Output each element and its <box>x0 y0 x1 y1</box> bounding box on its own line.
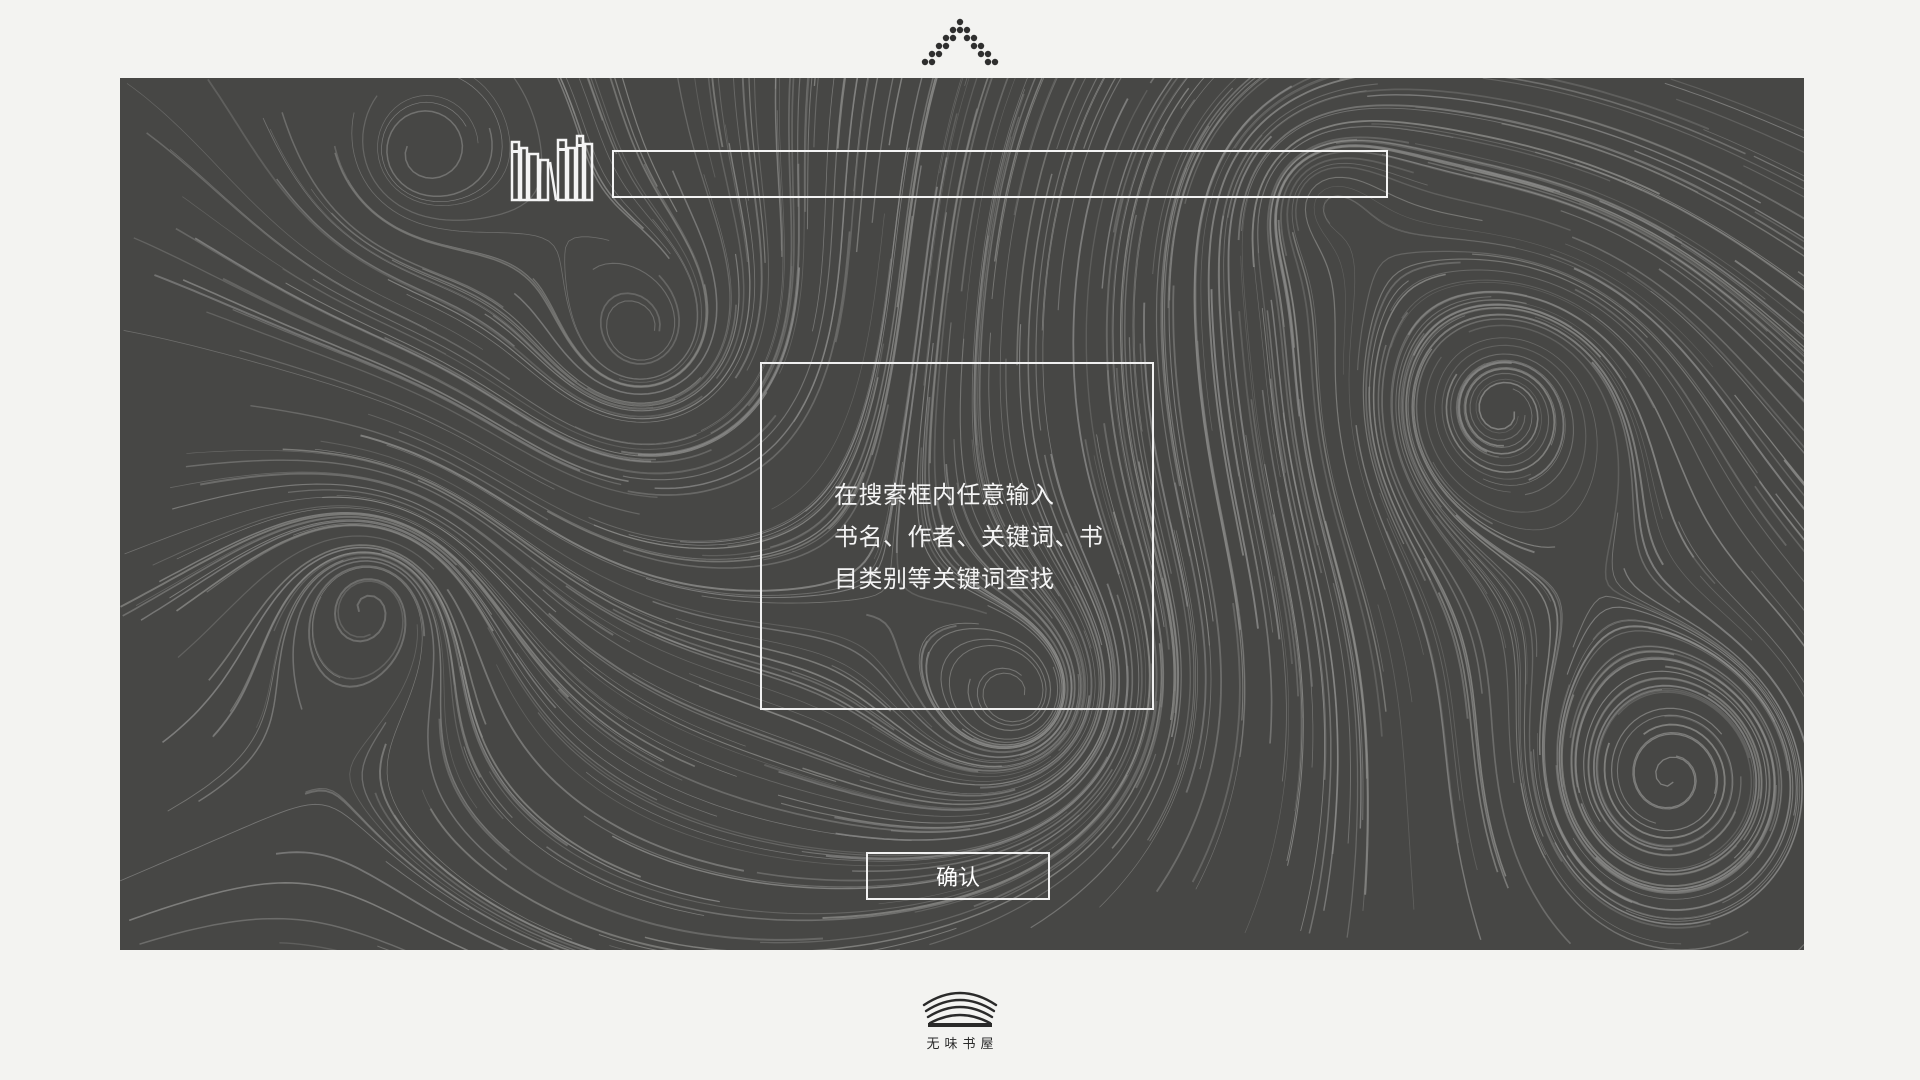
swirl-line <box>152 505 629 720</box>
swirl-line <box>1427 161 1804 358</box>
hint-line: 书名、作者、关键词、书 <box>834 523 1104 551</box>
hint-box: 在搜索框内任意输入 书名、作者、关键词、书 目类别等关键词查找 <box>760 362 1154 710</box>
swirl-line <box>1270 299 1339 855</box>
swirl-line <box>1424 557 1509 889</box>
swirl-line <box>813 78 816 86</box>
swirl-line <box>194 237 652 463</box>
swirl-line <box>1574 288 1787 547</box>
hint-text: 在搜索框内任意输入 书名、作者、关键词、书 目类别等关键词查找 <box>834 474 1104 600</box>
swirl-line <box>1324 520 1369 895</box>
search-panel: 在搜索框内任意输入 书名、作者、关键词、书 目类别等关键词查找 确认 <box>120 78 1804 950</box>
swirl-line <box>1473 176 1804 365</box>
swirl-line <box>888 78 903 146</box>
swirl-line <box>169 149 428 329</box>
swirl-line <box>559 78 576 115</box>
swirl-line <box>222 277 777 475</box>
swirl-line <box>386 110 493 198</box>
swirl-line <box>377 945 390 950</box>
swirl-line <box>1149 78 1155 84</box>
swirl-line <box>747 78 795 407</box>
swirl-line <box>760 701 1158 944</box>
swirl-line <box>1603 723 1726 839</box>
swirl-line <box>813 78 819 148</box>
swirl-line <box>586 78 604 121</box>
swirl-line <box>1590 313 1804 612</box>
swirl-line <box>198 556 510 852</box>
swirl-line <box>1633 733 1717 809</box>
swirl-line <box>1381 154 1745 310</box>
swirl-line <box>182 196 447 355</box>
swirl-line <box>532 78 707 387</box>
swirl-line <box>707 78 745 379</box>
swirl-line <box>175 227 712 463</box>
layered-roof-icon <box>922 991 998 1027</box>
swirl-line <box>1703 129 1804 177</box>
search-input[interactable] <box>612 150 1388 198</box>
swirl-line <box>139 917 406 950</box>
swirl-line <box>1754 211 1804 243</box>
hint-line: 在搜索框内任意输入 <box>834 481 1055 509</box>
swirl-line <box>133 237 518 427</box>
bookshelf-icon <box>510 134 594 202</box>
swirl-line <box>1670 259 1804 374</box>
swirl-line <box>275 851 509 950</box>
swirl-line <box>1162 167 1212 770</box>
swirl-line <box>1407 291 1804 648</box>
swirl-line <box>1587 677 1763 857</box>
swirl-line <box>1474 168 1804 348</box>
swirl-line <box>492 304 737 410</box>
swirl-line <box>381 78 503 203</box>
swirl-line <box>1056 78 1087 150</box>
swirl-line <box>1385 531 1460 844</box>
brand-name: 无味书屋 <box>926 1037 999 1052</box>
hint-line: 目类别等关键词查找 <box>834 565 1055 593</box>
swirl-line <box>1678 521 1804 684</box>
confirm-button[interactable]: 确认 <box>866 852 1050 900</box>
brand-logo: 无味书屋 <box>915 985 1005 1075</box>
swirl-line <box>1415 318 1681 604</box>
page: 在搜索框内任意输入 书名、作者、关键词、书 目类别等关键词查找 确认 无味书屋 <box>0 0 1920 1080</box>
swirl-line <box>599 274 680 365</box>
swirl-line <box>574 78 785 445</box>
swirl-line <box>377 78 511 206</box>
swirl-line <box>1588 678 1762 856</box>
swirl-line <box>1625 180 1804 288</box>
swirl-line <box>1293 308 1368 911</box>
swirl-line <box>381 550 569 847</box>
swirl-line <box>1534 316 1753 641</box>
swirl-line <box>1402 304 1716 585</box>
swirl-line <box>836 78 847 149</box>
swirl-line <box>1210 289 1259 629</box>
swirl-line <box>393 814 597 950</box>
swirl-line <box>1549 253 1804 497</box>
swirl-line <box>1664 82 1804 139</box>
swirl-line <box>1377 604 1415 910</box>
dotted-chevron-icon <box>921 18 999 66</box>
swirl-line <box>1217 83 1378 477</box>
swirl-line <box>592 262 676 361</box>
swirl-line <box>1407 315 1603 883</box>
swirl-line <box>1467 559 1545 859</box>
swirl-line <box>1797 944 1804 950</box>
